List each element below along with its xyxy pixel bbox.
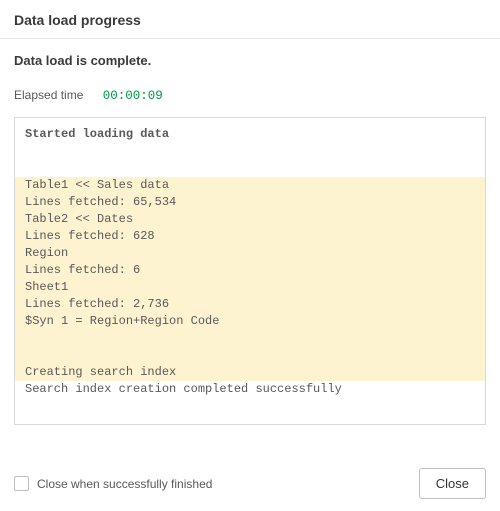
log-scroll-area[interactable]: Started loading data Table1 << Sales dat… bbox=[15, 118, 485, 424]
dialog-header: Data load progress bbox=[0, 0, 500, 39]
log-line: Region bbox=[15, 245, 485, 262]
log-line: Lines fetched: 2,736 bbox=[15, 296, 485, 313]
log-line bbox=[15, 347, 485, 364]
log-line: Lines fetched: 628 bbox=[15, 228, 485, 245]
close-when-finished-checkbox[interactable] bbox=[14, 476, 29, 491]
log-line: Creating search index bbox=[15, 364, 485, 381]
elapsed-label: Elapsed time bbox=[14, 88, 83, 102]
log-line: Lines fetched: 6 bbox=[15, 262, 485, 279]
log-line: Table2 << Dates bbox=[15, 211, 485, 228]
log-line bbox=[15, 330, 485, 347]
log-line bbox=[15, 398, 485, 415]
log-line: Table1 << Sales data bbox=[15, 177, 485, 194]
log-line bbox=[15, 415, 485, 424]
dialog-title: Data load progress bbox=[14, 12, 486, 28]
log-line bbox=[15, 160, 485, 177]
close-button[interactable]: Close bbox=[419, 468, 486, 499]
log-line: Sheet1 bbox=[15, 279, 485, 296]
status-message: Data load is complete. bbox=[0, 39, 500, 74]
dialog-footer: Close when successfully finished Close bbox=[0, 458, 500, 511]
log-line: Started loading data bbox=[15, 126, 485, 143]
log-line: Search index creation completed successf… bbox=[15, 381, 485, 398]
elapsed-time: 00:00:09 bbox=[103, 89, 163, 103]
log-line bbox=[15, 143, 485, 160]
log-panel: Started loading data Table1 << Sales dat… bbox=[14, 117, 486, 425]
log-content: Started loading data Table1 << Sales dat… bbox=[15, 118, 485, 424]
log-line: Lines fetched: 65,534 bbox=[15, 194, 485, 211]
close-when-finished-label: Close when successfully finished bbox=[37, 477, 212, 491]
elapsed-row: Elapsed time 00:00:09 bbox=[0, 74, 500, 111]
log-line: $Syn 1 = Region+Region Code bbox=[15, 313, 485, 330]
